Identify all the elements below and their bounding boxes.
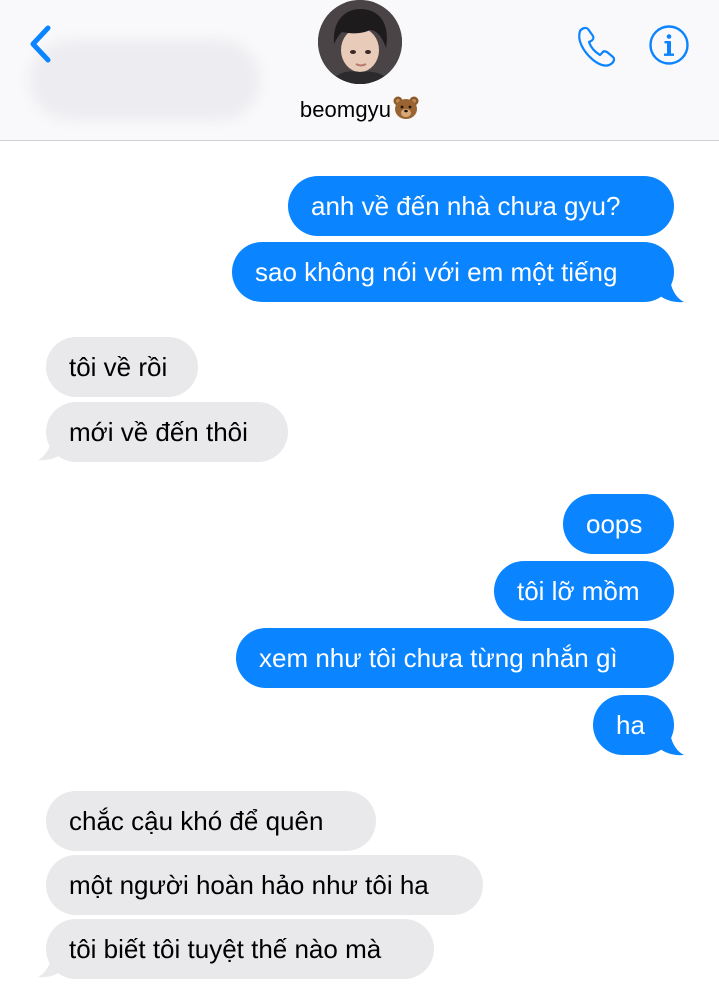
- message-text: ha: [616, 710, 645, 740]
- contact-avatar[interactable]: [318, 0, 402, 84]
- message-bubble-received[interactable]: tôi biết tôi tuyệt thế nào mà: [46, 919, 434, 979]
- call-button[interactable]: [572, 22, 620, 70]
- message-bubble-sent[interactable]: oops: [563, 494, 674, 554]
- message-bubble-received[interactable]: tôi về rồi: [46, 337, 198, 397]
- bear-face-emoji-icon: [393, 96, 419, 126]
- phone-icon: [578, 26, 616, 67]
- message-bubble-received[interactable]: chắc cậu khó để quên: [46, 791, 376, 851]
- avatar-portrait: [318, 0, 402, 84]
- received-bubble-tail: [38, 951, 66, 978]
- back-button[interactable]: [22, 20, 58, 68]
- message-text: tôi biết tôi tuyệt thế nào mà: [69, 934, 382, 964]
- sent-bubble-tail: [656, 729, 684, 756]
- message-text: anh về đến nhà chưa gyu?: [311, 191, 621, 221]
- messages-screen: beomgyu anh về đến nhà chưa gyu? sao khô…: [0, 0, 719, 996]
- conversation-header: beomgyu: [0, 0, 719, 141]
- info-icon: [649, 25, 689, 65]
- message-text: xem như tôi chưa từng nhắn gì: [259, 643, 618, 673]
- message-text: sao không nói với em một tiếng: [255, 257, 618, 287]
- message-text: tôi về rồi: [69, 352, 168, 382]
- sent-bubble-tail: [656, 276, 684, 303]
- message-bubble-sent[interactable]: xem như tôi chưa từng nhắn gì: [236, 628, 674, 688]
- message-text: oops: [586, 509, 643, 539]
- chevron-left-icon: [30, 25, 51, 63]
- message-text: tôi lỡ mồm: [517, 576, 640, 606]
- message-bubble-sent[interactable]: sao không nói với em một tiếng: [232, 242, 674, 302]
- info-button[interactable]: [648, 24, 690, 66]
- message-text: một người hoàn hảo như tôi ha: [69, 870, 429, 900]
- message-text: mới về đến thôi: [69, 417, 248, 447]
- message-bubble-sent[interactable]: anh về đến nhà chưa gyu?: [288, 176, 674, 236]
- message-text: chắc cậu khó để quên: [69, 806, 324, 836]
- contact-name-text: beomgyu: [299, 97, 392, 122]
- message-bubble-sent[interactable]: tôi lỡ mồm: [494, 561, 674, 621]
- received-bubble-tail: [38, 434, 66, 461]
- message-bubble-received[interactable]: mới về đến thôi: [46, 402, 288, 462]
- contact-name[interactable]: beomgyu: [0, 96, 719, 126]
- message-bubble-received[interactable]: một người hoàn hảo như tôi ha: [46, 855, 483, 915]
